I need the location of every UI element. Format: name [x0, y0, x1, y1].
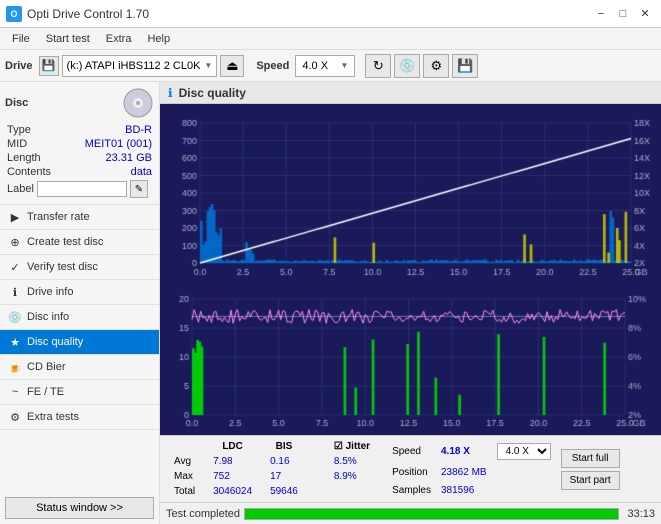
progress-bar-fill: [245, 509, 618, 519]
maximize-button[interactable]: □: [613, 5, 633, 23]
speed-stats-table: Speed 4.18 X 4.0 X 2.0 X 1.0 X Position …: [386, 438, 557, 500]
menu-file[interactable]: File: [4, 31, 38, 47]
disc-header: Disc: [5, 87, 154, 119]
start-part-button[interactable]: Start part: [561, 471, 620, 490]
verify-icon: ✓: [8, 260, 22, 274]
disc-mid-row: MID MEIT01 (001): [5, 137, 154, 151]
disc-image-icon: [122, 87, 154, 119]
chart1-container: LDC Read speed Write speed: [162, 106, 659, 283]
drive-icon: 💾: [39, 56, 59, 76]
start-full-button[interactable]: Start full: [561, 449, 620, 468]
drive-dropdown[interactable]: (k:) ATAPI iHBS112 2 CL0K ▼: [62, 55, 218, 77]
ldc-chart: [162, 106, 659, 283]
disc-section: Disc Type BD-R MID MEIT01 (001) Length 2…: [0, 82, 159, 205]
drive-label: Drive: [5, 60, 33, 72]
chart2-container: BIS Jitter: [162, 285, 659, 433]
sidebar-item-fe-te[interactable]: ~ FE / TE: [0, 380, 159, 405]
sidebar-item-disc-quality[interactable]: ★ Disc quality: [0, 330, 159, 355]
menu-help[interactable]: Help: [139, 31, 178, 47]
label-edit-button[interactable]: ✎: [130, 180, 148, 198]
bis-jitter-chart: [162, 285, 659, 433]
drivebar: Drive 💾 (k:) ATAPI iHBS112 2 CL0K ▼ ⏏ Sp…: [0, 50, 661, 82]
app-icon: O: [6, 6, 22, 22]
fe-te-icon: ~: [8, 385, 22, 399]
sidebar-item-extra-tests[interactable]: ⚙ Extra tests: [0, 405, 159, 430]
refresh-button[interactable]: ↻: [365, 54, 391, 78]
status-window-button[interactable]: Status window >>: [5, 497, 154, 519]
sidebar-item-transfer-rate[interactable]: ▶ Transfer rate: [0, 205, 159, 230]
minimize-button[interactable]: −: [591, 5, 611, 23]
menu-extra[interactable]: Extra: [98, 31, 140, 47]
action-buttons: Start full Start part: [557, 438, 624, 500]
menu-start-test[interactable]: Start test: [38, 31, 98, 47]
disc-contents-row: Contents data: [5, 165, 154, 179]
transfer-rate-icon: ▶: [8, 210, 22, 224]
disc-label-input[interactable]: [37, 181, 127, 197]
statusbar: Test completed 33:13: [160, 502, 661, 524]
titlebar: O Opti Drive Control 1.70 − □ ✕: [0, 0, 661, 28]
speed-dropdown[interactable]: 4.0 X ▼: [295, 55, 355, 77]
panel-header: ℹ Disc quality: [160, 82, 661, 104]
main-layout: Disc Type BD-R MID MEIT01 (001) Length 2…: [0, 82, 661, 524]
disc-info-icon: 💿: [8, 310, 22, 324]
disc-title: Disc: [5, 97, 28, 109]
panel-icon: ℹ: [168, 86, 173, 100]
save-button[interactable]: 💾: [452, 54, 478, 78]
sidebar-item-create-test-disc[interactable]: ⊕ Create test disc: [0, 230, 159, 255]
stats-table: LDC BIS ☑ Jitter Avg 7.98 0.16 8.5% Max …: [164, 438, 380, 500]
speed-combo-select[interactable]: 4.0 X 2.0 X 1.0 X: [497, 443, 551, 460]
sidebar-item-disc-info[interactable]: 💿 Disc info: [0, 305, 159, 330]
drive-info-icon: ℹ: [8, 285, 22, 299]
disc-length-row: Length 23.31 GB: [5, 151, 154, 165]
titlebar-left: O Opti Drive Control 1.70: [6, 6, 149, 22]
disc-button[interactable]: 💿: [394, 54, 420, 78]
eject-button[interactable]: ⏏: [220, 55, 244, 77]
sidebar-item-drive-info[interactable]: ℹ Drive info: [0, 280, 159, 305]
app-title: Opti Drive Control 1.70: [27, 7, 149, 21]
toolbar-icons: ↻ 💿 ⚙ 💾: [365, 54, 478, 78]
status-text: Test completed: [166, 508, 240, 520]
disc-quality-icon: ★: [8, 335, 22, 349]
sidebar-item-verify-test-disc[interactable]: ✓ Verify test disc: [0, 255, 159, 280]
sidebar-item-cd-bier[interactable]: 🍺 CD Bier: [0, 355, 159, 380]
disc-label-row: Label ✎: [5, 179, 154, 199]
menubar: File Start test Extra Help: [0, 28, 661, 50]
bottom-stats: LDC BIS ☑ Jitter Avg 7.98 0.16 8.5% Max …: [160, 435, 661, 502]
content-area: ℹ Disc quality LDC Read speed: [160, 82, 661, 524]
cd-bier-icon: 🍺: [8, 360, 22, 374]
close-button[interactable]: ✕: [635, 5, 655, 23]
speed-label: Speed: [256, 60, 289, 72]
create-test-icon: ⊕: [8, 235, 22, 249]
speed-arrow: ▼: [340, 61, 348, 70]
progress-bar: [244, 508, 619, 520]
drive-dropdown-arrow: ▼: [204, 61, 212, 70]
disc-type-row: Type BD-R: [5, 123, 154, 137]
extra-tests-icon: ⚙: [8, 410, 22, 424]
status-time: 33:13: [627, 508, 655, 520]
sidebar: Disc Type BD-R MID MEIT01 (001) Length 2…: [0, 82, 160, 524]
settings-button[interactable]: ⚙: [423, 54, 449, 78]
window-controls: − □ ✕: [591, 5, 655, 23]
panel-title: Disc quality: [179, 86, 246, 100]
charts-area: LDC Read speed Write speed: [160, 104, 661, 435]
